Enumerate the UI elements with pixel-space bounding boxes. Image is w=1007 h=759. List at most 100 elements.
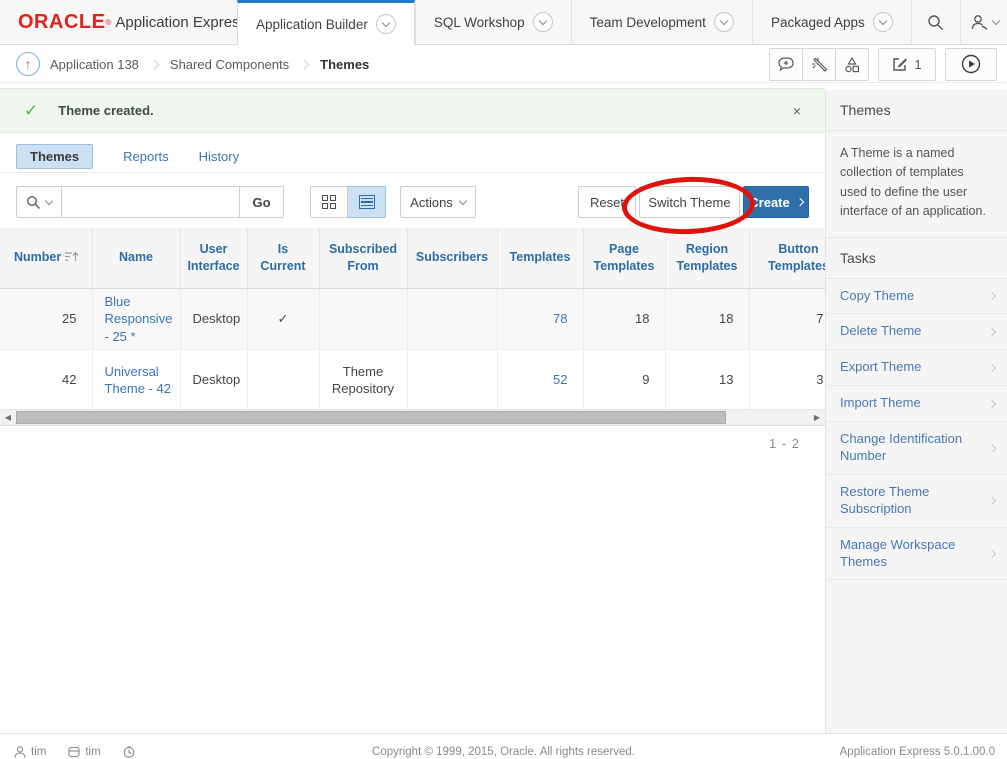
cell-subscribers: [407, 350, 497, 409]
templates-count-link[interactable]: 52: [553, 372, 567, 387]
administration-icon[interactable]: [960, 0, 1007, 44]
task-delete-theme[interactable]: Delete Theme: [826, 314, 1007, 350]
breadcrumb-shared-components[interactable]: Shared Components: [170, 57, 289, 72]
clock-icon: [123, 746, 135, 758]
scroll-right-arrow[interactable]: ▶: [809, 410, 825, 425]
theme-name-link[interactable]: Universal Theme - 42: [105, 364, 171, 397]
breadcrumb-separator: [149, 59, 159, 69]
horizontal-scrollbar[interactable]: ◀ ▶: [0, 409, 825, 426]
chevron-right-icon: [988, 549, 996, 557]
cell-templates: 52: [497, 350, 583, 409]
column-header-region-templates[interactable]: Region Templates: [665, 228, 749, 288]
success-message: Theme created.: [58, 103, 153, 118]
chevron-down-icon: [873, 12, 893, 32]
task-copy-theme[interactable]: Copy Theme: [826, 279, 1007, 315]
column-header-templates[interactable]: Templates: [497, 228, 583, 288]
tab-sql-workshop[interactable]: SQL Workshop: [415, 0, 571, 44]
theme-roller-button[interactable]: [802, 48, 836, 81]
tab-label: Application Builder: [256, 17, 368, 32]
edit-page-button[interactable]: 1: [878, 48, 936, 81]
check-icon: ✓: [24, 101, 38, 121]
feedback-button[interactable]: [769, 48, 803, 81]
run-page-button[interactable]: [945, 48, 997, 81]
cell-region-templates: 18: [665, 288, 749, 350]
chevron-down-icon: [376, 14, 396, 34]
scrollbar-thumb[interactable]: [16, 411, 726, 424]
breadcrumb-separator: [300, 59, 310, 69]
cell-is-current: ✓: [247, 288, 319, 350]
cell-page-templates: 9: [583, 350, 665, 409]
go-button[interactable]: Go: [240, 186, 284, 218]
reset-button[interactable]: Reset: [578, 186, 636, 218]
region-tabs: Themes Reports History: [0, 140, 825, 173]
grid-view-icon: [322, 195, 336, 209]
cell-button-templates: 3: [749, 350, 825, 409]
search-column-selector[interactable]: [16, 186, 62, 218]
report-view-toggle[interactable]: [348, 186, 386, 218]
report-toolbar: Go Actions Reset Switch Theme Create: [0, 180, 825, 224]
scroll-left-arrow[interactable]: ◀: [0, 410, 16, 425]
table-row: 42 Universal Theme - 42 Desktop Theme Re…: [0, 350, 825, 409]
task-export-theme[interactable]: Export Theme: [826, 350, 1007, 386]
tab-themes[interactable]: Themes: [16, 144, 93, 169]
table-header-row: Number Name User Interface Is Current Su…: [0, 228, 825, 288]
tab-history[interactable]: History: [199, 149, 239, 164]
sidebar-description: A Theme is a named collection of templat…: [826, 131, 1007, 238]
actions-menu-button[interactable]: Actions: [400, 186, 476, 218]
switch-theme-button[interactable]: Switch Theme: [639, 186, 740, 218]
right-sidebar: Themes A Theme is a named collection of …: [825, 90, 1007, 733]
task-import-theme[interactable]: Import Theme: [826, 386, 1007, 422]
cell-user-interface: Desktop: [180, 288, 247, 350]
cell-subscribed-from: [319, 288, 407, 350]
cell-button-templates: 7: [749, 288, 825, 350]
create-button[interactable]: Create: [743, 186, 809, 218]
task-change-identification-number[interactable]: Change Identification Number: [826, 422, 1007, 475]
theme-name-link[interactable]: Blue Responsive - 25 *: [105, 294, 173, 344]
tab-packaged-apps[interactable]: Packaged Apps: [752, 0, 911, 44]
footer-workspace[interactable]: tim: [68, 746, 100, 758]
task-restore-theme-subscription[interactable]: Restore Theme Subscription: [826, 475, 1007, 528]
chevron-right-icon: [988, 363, 996, 371]
column-header-is-current[interactable]: Is Current: [247, 228, 319, 288]
footer-user[interactable]: tim: [14, 746, 46, 758]
sidebar-title: Themes: [826, 90, 1007, 131]
column-header-user-interface[interactable]: User Interface: [180, 228, 247, 288]
tab-application-builder[interactable]: Application Builder: [237, 0, 415, 45]
close-icon[interactable]: ×: [793, 103, 801, 119]
tab-label: Team Development: [590, 15, 706, 30]
column-header-number[interactable]: Number: [0, 228, 92, 288]
cell-is-current: [247, 350, 319, 409]
report-view-icon: [359, 195, 375, 209]
search-input[interactable]: [62, 186, 240, 218]
column-header-name[interactable]: Name: [92, 228, 180, 288]
column-header-subscribed-from[interactable]: Subscribed From: [319, 228, 407, 288]
shared-components-button[interactable]: [835, 48, 869, 81]
up-level-icon[interactable]: ↑: [16, 52, 40, 76]
shapes-icon: [843, 56, 861, 73]
tab-label: Packaged Apps: [771, 15, 865, 30]
column-header-page-templates[interactable]: Page Templates: [583, 228, 665, 288]
column-header-subscribers[interactable]: Subscribers: [407, 228, 497, 288]
icon-view-toggle[interactable]: [310, 186, 348, 218]
cell-subscribers: [407, 288, 497, 350]
templates-count-link[interactable]: 78: [553, 311, 567, 326]
breadcrumb-application[interactable]: Application 138: [50, 57, 139, 72]
app-footer: tim tim Copyright © 1999, 2015, Oracle. …: [0, 733, 1007, 759]
themes-report-table: Number Name User Interface Is Current Su…: [0, 228, 825, 409]
column-header-button-templates[interactable]: Button Templates: [749, 228, 825, 288]
registered-mark: ®: [105, 18, 111, 27]
tab-team-development[interactable]: Team Development: [571, 0, 752, 44]
breadcrumb-bar: ↑ Application 138 Shared Components Them…: [0, 46, 1007, 83]
chevron-right-icon: [988, 399, 996, 407]
tab-reports[interactable]: Reports: [123, 149, 169, 164]
task-manage-workspace-themes[interactable]: Manage Workspace Themes: [826, 528, 1007, 581]
chevron-right-icon: [988, 328, 996, 336]
cell-user-interface: Desktop: [180, 350, 247, 409]
edit-page-number: 1: [914, 57, 921, 72]
user-icon: [14, 746, 26, 758]
workspace-icon: [68, 746, 80, 758]
breadcrumb-themes: Themes: [320, 57, 369, 72]
play-icon: [961, 54, 981, 74]
cell-templates: 78: [497, 288, 583, 350]
search-icon[interactable]: [911, 0, 960, 44]
